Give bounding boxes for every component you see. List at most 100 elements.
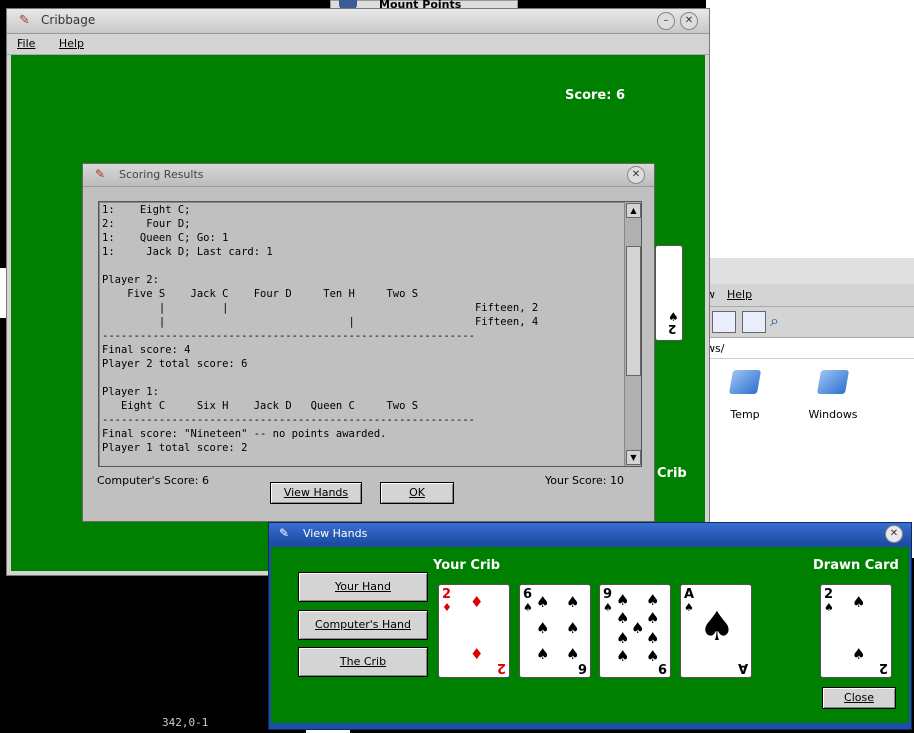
app-icon: ✎	[279, 526, 290, 540]
view-hands-button[interactable]: View Hands	[270, 482, 362, 504]
score-line: 1: Queen C; Go: 1	[102, 232, 229, 244]
card-rank: 2	[668, 322, 677, 336]
card-rank: 9	[603, 587, 613, 602]
scoring-titlebar[interactable]: ✎ Scoring Results ✕	[83, 164, 654, 187]
computer-score: Computer's Score: 6	[97, 474, 209, 487]
card-suit-icon: ♠	[684, 601, 694, 614]
background-panel	[706, 0, 914, 258]
score-label: Score: 6	[565, 88, 625, 103]
card-rank: 6	[523, 587, 533, 602]
card-pip: ♠	[646, 629, 660, 647]
file-manager-window: w Help ⌕ ws/ Temp Windows	[700, 258, 914, 558]
terminal-status: 342,0-1	[162, 716, 209, 729]
score-line: 2: Four D;	[102, 218, 191, 230]
folder-temp[interactable]: Temp	[728, 370, 762, 421]
card-pip: ♠	[616, 609, 630, 627]
score-line: Player 2:	[102, 274, 159, 286]
drawn-heading: Drawn Card	[813, 558, 899, 573]
crib-card-3[interactable]: 9 ♠ 9 ♠ ♠ ♠ ♠ ♠ ♠ ♠ ♠ ♠	[599, 584, 671, 678]
score-line	[102, 371, 538, 385]
scoring-dialog: ✎ Scoring Results ✕ 1: Eight C; 2: Four D…	[82, 163, 655, 522]
app-icon: ✎	[19, 13, 30, 28]
card-pip: ♠	[616, 629, 630, 647]
crib-card-2[interactable]: 6 ♠ 6 ♠ ♠ ♠ ♠ ♠ ♠	[519, 584, 591, 678]
card-rank: 2	[824, 587, 834, 602]
close-button[interactable]: Close	[822, 687, 896, 709]
card-pip: ♠	[646, 591, 660, 609]
score-lines: 1: Eight C; 2: Four D; 1: Queen C; Go: 1 1:…	[102, 203, 538, 455]
scrollbar[interactable]: ▲ ▼	[624, 202, 641, 466]
app-icon: ✎	[95, 167, 106, 181]
close-icon[interactable]: ✕	[885, 525, 903, 543]
score-line: | | Fifteen, 4	[102, 316, 539, 328]
folder-windows[interactable]: Windows	[808, 370, 858, 421]
drawn-card[interactable]: 2 ♠ 2 ♠ ♠	[820, 584, 892, 678]
list-view-icon[interactable]	[742, 311, 766, 333]
your-hand-button[interactable]: Your Hand	[298, 572, 428, 602]
the-crib-button[interactable]: The Crib	[298, 647, 428, 677]
fm-toolbar: ⌕	[700, 307, 914, 338]
dialog-title: View Hands	[303, 527, 368, 540]
fm-menubar: w Help	[700, 284, 914, 307]
card-rank: A	[684, 587, 695, 602]
fm-titlebar	[700, 258, 914, 284]
score-line: Final score: "Nineteen" -- no points awa…	[102, 428, 387, 440]
dialog-title: Scoring Results	[119, 168, 204, 181]
window-title: Cribbage	[41, 13, 96, 27]
view-hands-titlebar[interactable]: ✎ View Hands ✕	[269, 523, 911, 545]
score-text-area[interactable]: 1: Eight C; 2: Four D; 1: Queen C; Go: 1 1:…	[98, 201, 642, 467]
crib-card[interactable]: ♠ 2	[655, 245, 683, 341]
scroll-up-icon[interactable]: ▲	[626, 203, 641, 218]
grid-view-icon[interactable]	[712, 311, 736, 333]
folder-label: Windows	[808, 408, 858, 421]
card-pip: ♦	[470, 645, 484, 663]
computers-hand-button[interactable]: Computer's Hand	[298, 610, 428, 640]
cribbage-titlebar[interactable]: ✎ Cribbage – ✕	[7, 9, 709, 34]
card-pip: ♠	[616, 647, 630, 665]
minimize-icon[interactable]: –	[657, 12, 675, 30]
card-pip: ♠	[536, 619, 550, 637]
card-pip: ♠	[536, 593, 550, 611]
card-rank: 2	[878, 660, 888, 675]
cribbage-menubar: File Help	[7, 34, 709, 55]
crib-card-1[interactable]: 2 ♦ 2 ♦ ♦	[438, 584, 510, 678]
scroll-down-icon[interactable]: ▼	[626, 450, 641, 465]
scroll-thumb[interactable]	[626, 246, 641, 376]
score-line: Player 2 total score: 6	[102, 358, 248, 370]
card-pip: ♠	[566, 645, 580, 663]
fm-address-bar[interactable]: ws/	[700, 338, 914, 359]
close-icon[interactable]: ✕	[680, 12, 698, 30]
score-line: Player 1 total score: 2	[102, 442, 248, 454]
menu-help[interactable]: Help	[59, 37, 84, 50]
card-rank: 6	[577, 660, 587, 675]
crib-card-4[interactable]: A ♠ A ♠	[680, 584, 752, 678]
card-pip: ♠	[536, 645, 550, 663]
view-hands-felt: Your Hand Computer's Hand The Crib Your …	[271, 547, 909, 723]
score-line: ----------------------------------------…	[102, 330, 475, 342]
score-line: Five S Jack C Four D Ten H Two S	[102, 288, 419, 300]
card-rank: 2	[442, 587, 452, 602]
card-pip: ♠	[852, 645, 866, 663]
view-hands-dialog: ✎ View Hands ✕ Your Hand Computer's Hand…	[268, 522, 912, 730]
folder-icon	[816, 370, 850, 394]
score-line: 1: Eight C;	[102, 204, 191, 216]
card-suit-icon: ♠	[824, 601, 834, 614]
card-pip: ♦	[470, 593, 484, 611]
ok-button[interactable]: OK	[380, 482, 454, 504]
search-icon[interactable]: ⌕	[770, 311, 790, 331]
crib-heading: Your Crib	[433, 558, 501, 573]
fm-menu-help[interactable]: Help	[727, 288, 752, 301]
folder-label: Temp	[730, 408, 760, 421]
close-icon[interactable]: ✕	[627, 166, 645, 184]
score-line: 1: Jack D; Last card: 1	[102, 246, 273, 258]
score-line: Eight C Six H Jack D Queen C Two S	[102, 400, 419, 412]
card-pip: ♠	[631, 619, 645, 637]
score-line: Final score: 4	[102, 344, 191, 356]
score-line	[102, 259, 538, 273]
card-pip: ♠	[566, 593, 580, 611]
menu-file[interactable]: File	[17, 37, 35, 50]
card-pip: ♠	[699, 604, 735, 650]
card-pip: ♠	[566, 619, 580, 637]
card-suit-icon: ♠	[603, 601, 613, 614]
card-pip: ♠	[852, 593, 866, 611]
